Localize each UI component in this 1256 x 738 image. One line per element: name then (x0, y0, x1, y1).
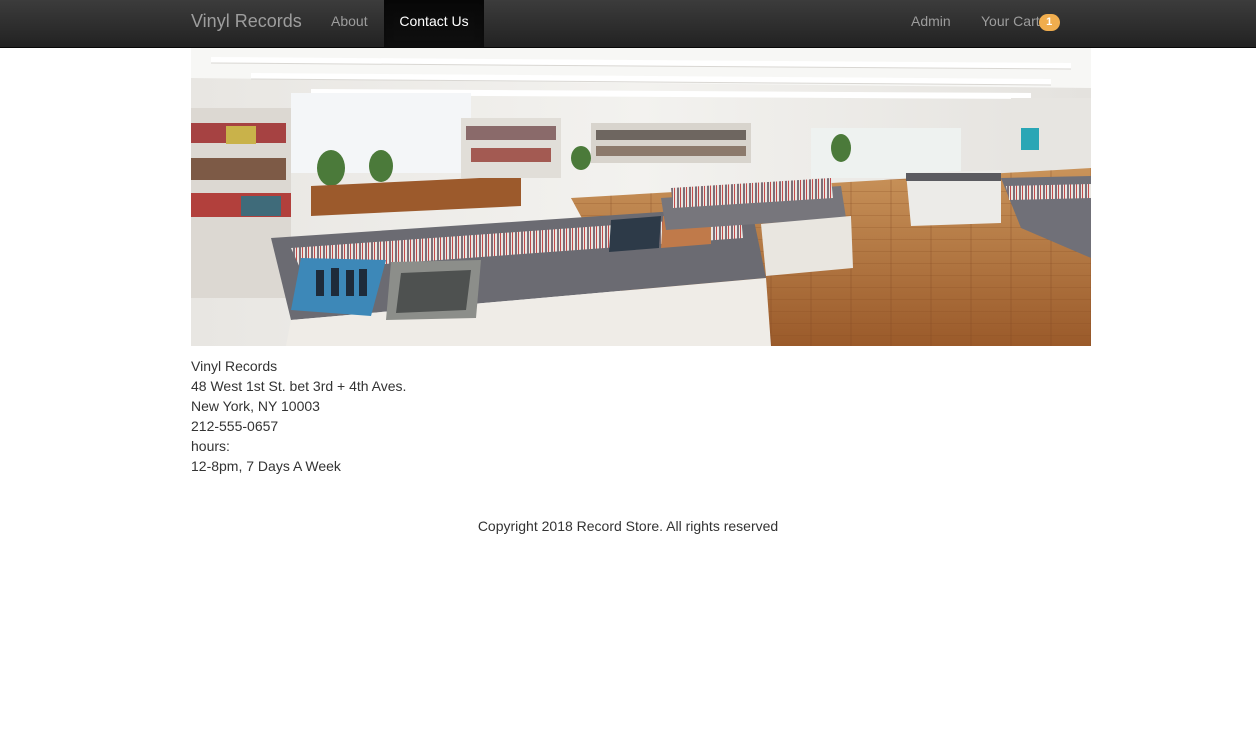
store-info: Vinyl Records 48 West 1st St. bet 3rd + … (191, 356, 406, 476)
cart-count-badge: 1 (1038, 14, 1060, 31)
brand-link[interactable]: Vinyl Records (191, 0, 302, 47)
copyright-text: Copyright 2018 Record Store. All rights … (477, 518, 779, 534)
store-hours: 12-8pm, 7 Days A Week (191, 458, 341, 474)
nav-admin-link[interactable]: Admin (911, 0, 951, 47)
top-navbar: Vinyl Records About Contact Us Admin You… (0, 0, 1256, 48)
nav-contact-link[interactable]: Contact Us (384, 0, 484, 47)
store-photo (191, 48, 1091, 346)
store-name: Vinyl Records (191, 358, 278, 374)
nav-about-link[interactable]: About (331, 0, 368, 47)
nav-cart-link[interactable]: Your Cart 1 (981, 0, 1060, 47)
store-city: New York, NY 10003 (191, 398, 320, 414)
store-phone: 212-555-0657 (191, 418, 279, 434)
hours-label: hours: (191, 438, 230, 454)
cart-label: Your Cart (981, 13, 1040, 29)
store-street: 48 West 1st St. bet 3rd + 4th Aves. (191, 378, 407, 394)
footer: Copyright 2018 Record Store. All rights … (0, 516, 1256, 536)
store-interior-image (191, 48, 1091, 346)
